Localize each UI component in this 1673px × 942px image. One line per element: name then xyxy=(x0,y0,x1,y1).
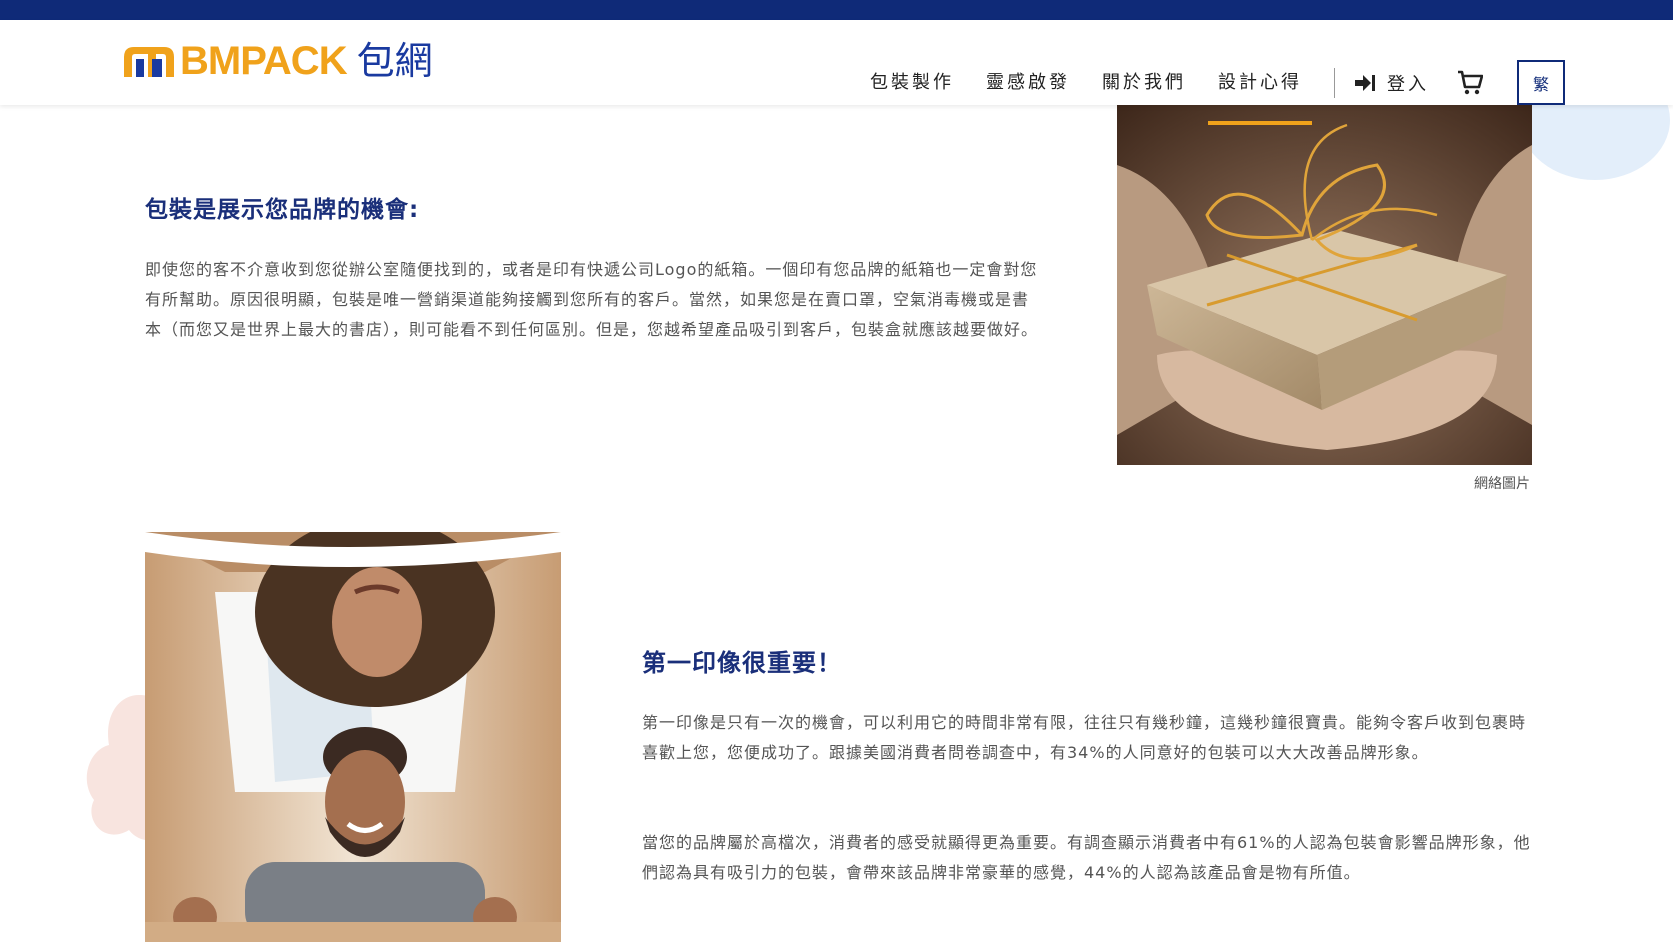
section-body-premium-brand: 當您的品牌屬於高檔次，消費者的感受就顯得更為重要。有調查顯示消費者中有61%的人… xyxy=(642,833,1531,882)
nav-item-design-notes[interactable]: 設計心得 xyxy=(1208,40,1312,125)
site-logo[interactable]: BMPACK 包網 xyxy=(122,40,433,82)
logo-chinese-text: 包網 xyxy=(356,39,433,83)
login-icon xyxy=(1355,74,1375,91)
nav-item-packaging[interactable]: 包裝製作 xyxy=(860,40,964,125)
site-header: BMPACK 包網 包裝製作 靈感啟發 關於我們 設計心得 登入 繁 xyxy=(0,20,1673,125)
cart-icon xyxy=(1458,70,1483,94)
login-button[interactable]: 登入 xyxy=(1355,70,1429,96)
cart-button[interactable] xyxy=(1457,70,1483,96)
login-label: 登入 xyxy=(1387,73,1429,95)
logo-mark-icon xyxy=(124,47,174,77)
section-title-brand-opportunity: 包裝是展示您品牌的機會: xyxy=(145,197,420,223)
section-body-first-impression: 第一印像是只有一次的機會，可以利用它的時間非常有限，往往只有幾秒鐘，這幾秒鐘很寶… xyxy=(642,713,1527,762)
unboxing-photo xyxy=(145,532,561,942)
logo-text: BMPACK xyxy=(180,39,348,83)
top-accent-bar xyxy=(0,0,1673,20)
nav-divider xyxy=(1334,67,1335,98)
image-caption: 網絡圖片 xyxy=(1474,476,1530,492)
section-title-first-impression: 第一印像很重要！ xyxy=(642,649,842,677)
main-nav: 包裝製作 靈感啟發 關於我們 設計心得 登入 繁 xyxy=(860,40,1565,125)
gift-box-photo xyxy=(1117,105,1532,465)
section-body-brand-opportunity: 即使您的客不介意收到您從辦公室隨便找到的，或者是印有快遞公司Logo的紙箱。一個… xyxy=(145,260,1039,339)
language-toggle-button[interactable]: 繁 xyxy=(1517,60,1565,105)
nav-item-inspiration[interactable]: 靈感啟發 xyxy=(976,40,1080,125)
nav-item-about[interactable]: 關於我們 xyxy=(1092,40,1196,125)
